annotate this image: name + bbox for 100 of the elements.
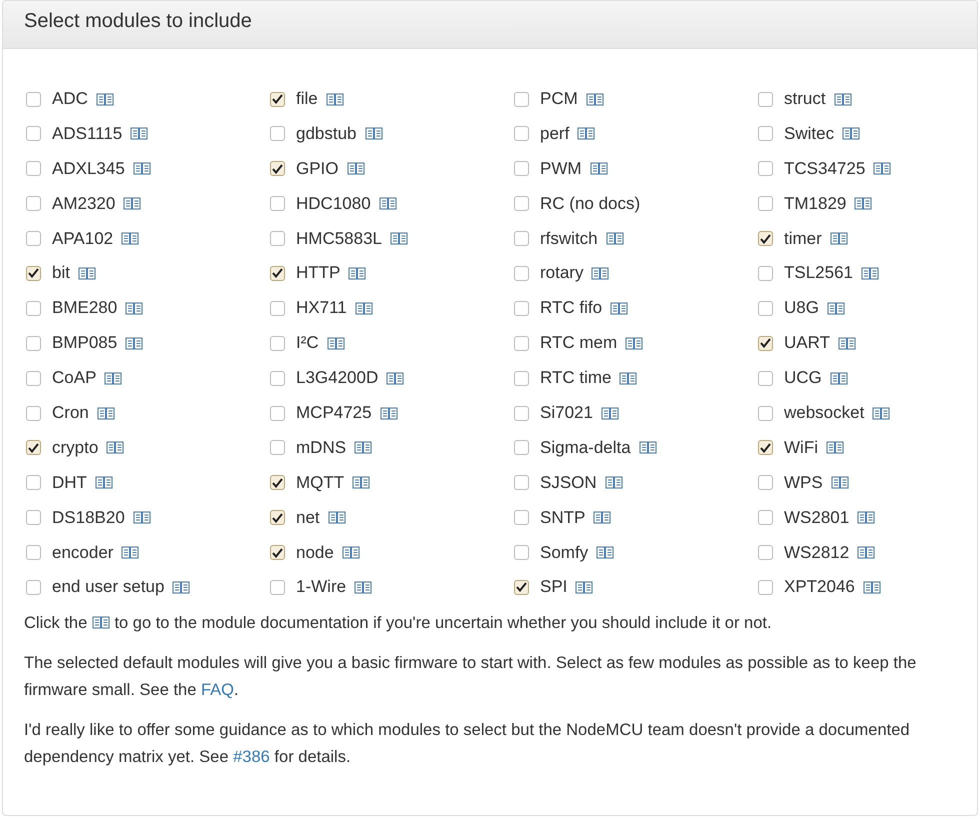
checkbox[interactable] xyxy=(758,196,773,212)
checkbox[interactable] xyxy=(514,126,529,142)
checkbox[interactable] xyxy=(270,92,285,106)
checkbox[interactable] xyxy=(514,336,529,351)
checkbox[interactable] xyxy=(26,580,41,595)
book-icon[interactable] xyxy=(625,336,644,350)
book-icon[interactable] xyxy=(826,441,844,454)
book-icon[interactable] xyxy=(586,92,604,106)
book-icon[interactable] xyxy=(862,580,881,594)
checkbox[interactable] xyxy=(758,580,773,595)
checkbox[interactable] xyxy=(514,580,529,595)
book-icon[interactable] xyxy=(326,92,344,106)
book-icon[interactable] xyxy=(873,162,892,176)
checkbox[interactable] xyxy=(758,231,773,246)
checkbox[interactable] xyxy=(758,161,773,176)
checkbox[interactable] xyxy=(514,196,529,212)
book-icon[interactable] xyxy=(857,511,876,524)
checkbox[interactable] xyxy=(514,370,529,386)
book-icon[interactable] xyxy=(125,302,144,315)
book-icon[interactable] xyxy=(590,162,608,176)
checkbox[interactable] xyxy=(270,231,285,246)
checkbox[interactable] xyxy=(270,370,285,386)
book-icon[interactable] xyxy=(638,441,657,454)
checkbox[interactable] xyxy=(26,231,41,246)
book-icon[interactable] xyxy=(123,197,142,210)
text-link[interactable]: FAQ xyxy=(200,681,234,700)
checkbox[interactable] xyxy=(270,475,285,490)
book-icon[interactable] xyxy=(172,580,190,594)
checkbox[interactable] xyxy=(758,266,773,281)
book-icon[interactable] xyxy=(577,127,596,140)
text-link[interactable]: #386 xyxy=(233,748,270,766)
checkbox[interactable] xyxy=(26,475,41,490)
book-icon[interactable] xyxy=(854,197,872,210)
checkbox[interactable] xyxy=(270,300,285,316)
book-icon[interactable] xyxy=(830,372,848,385)
book-icon[interactable] xyxy=(342,546,360,560)
book-icon[interactable] xyxy=(346,162,365,176)
book-icon[interactable] xyxy=(386,372,404,385)
checkbox[interactable] xyxy=(514,300,529,316)
book-icon[interactable] xyxy=(591,266,610,280)
book-icon[interactable] xyxy=(378,197,397,210)
checkbox[interactable] xyxy=(270,126,285,142)
book-icon[interactable] xyxy=(606,232,624,246)
checkbox[interactable] xyxy=(758,475,773,490)
book-icon[interactable] xyxy=(354,441,372,454)
book-icon[interactable] xyxy=(364,127,382,140)
book-icon[interactable] xyxy=(861,266,879,280)
book-icon[interactable] xyxy=(104,372,122,385)
book-icon[interactable] xyxy=(326,336,345,350)
checkbox[interactable] xyxy=(514,161,529,176)
book-icon[interactable] xyxy=(610,302,628,315)
book-icon[interactable] xyxy=(596,546,614,560)
book-icon[interactable] xyxy=(132,511,151,524)
checkbox[interactable] xyxy=(26,126,41,142)
checkbox[interactable] xyxy=(514,545,529,560)
checkbox[interactable] xyxy=(514,231,529,246)
checkbox[interactable] xyxy=(758,336,773,351)
checkbox[interactable] xyxy=(270,196,285,212)
checkbox[interactable] xyxy=(26,196,41,212)
checkbox[interactable] xyxy=(758,300,773,316)
book-icon[interactable] xyxy=(857,546,876,560)
book-icon[interactable] xyxy=(354,580,372,594)
book-icon[interactable] xyxy=(838,336,856,350)
book-icon[interactable] xyxy=(834,92,852,106)
checkbox[interactable] xyxy=(758,92,773,106)
book-icon[interactable] xyxy=(92,616,110,630)
book-icon[interactable] xyxy=(96,406,115,420)
checkbox[interactable] xyxy=(758,545,773,560)
book-icon[interactable] xyxy=(830,476,849,490)
checkbox[interactable] xyxy=(514,475,529,490)
checkbox[interactable] xyxy=(26,300,41,316)
book-icon[interactable] xyxy=(593,511,612,524)
checkbox[interactable] xyxy=(514,92,529,106)
checkbox[interactable] xyxy=(26,510,41,526)
book-icon[interactable] xyxy=(132,162,151,176)
checkbox[interactable] xyxy=(758,440,773,456)
checkbox[interactable] xyxy=(270,336,285,351)
checkbox[interactable] xyxy=(514,510,529,526)
checkbox[interactable] xyxy=(758,510,773,526)
checkbox[interactable] xyxy=(758,370,773,386)
checkbox[interactable] xyxy=(758,126,773,142)
book-icon[interactable] xyxy=(352,476,370,490)
checkbox[interactable] xyxy=(26,370,41,386)
book-icon[interactable] xyxy=(125,336,144,350)
checkbox[interactable] xyxy=(26,545,41,560)
book-icon[interactable] xyxy=(328,511,346,524)
checkbox[interactable] xyxy=(270,406,285,421)
book-icon[interactable] xyxy=(130,127,148,140)
book-icon[interactable] xyxy=(354,302,373,315)
book-icon[interactable] xyxy=(842,127,860,140)
checkbox[interactable] xyxy=(514,266,529,281)
book-icon[interactable] xyxy=(826,302,845,315)
checkbox[interactable] xyxy=(270,545,285,560)
book-icon[interactable] xyxy=(830,232,848,246)
checkbox[interactable] xyxy=(26,266,41,281)
book-icon[interactable] xyxy=(619,372,638,385)
checkbox[interactable] xyxy=(270,510,285,526)
checkbox[interactable] xyxy=(270,440,285,456)
book-icon[interactable] xyxy=(96,92,114,106)
checkbox[interactable] xyxy=(758,406,773,421)
